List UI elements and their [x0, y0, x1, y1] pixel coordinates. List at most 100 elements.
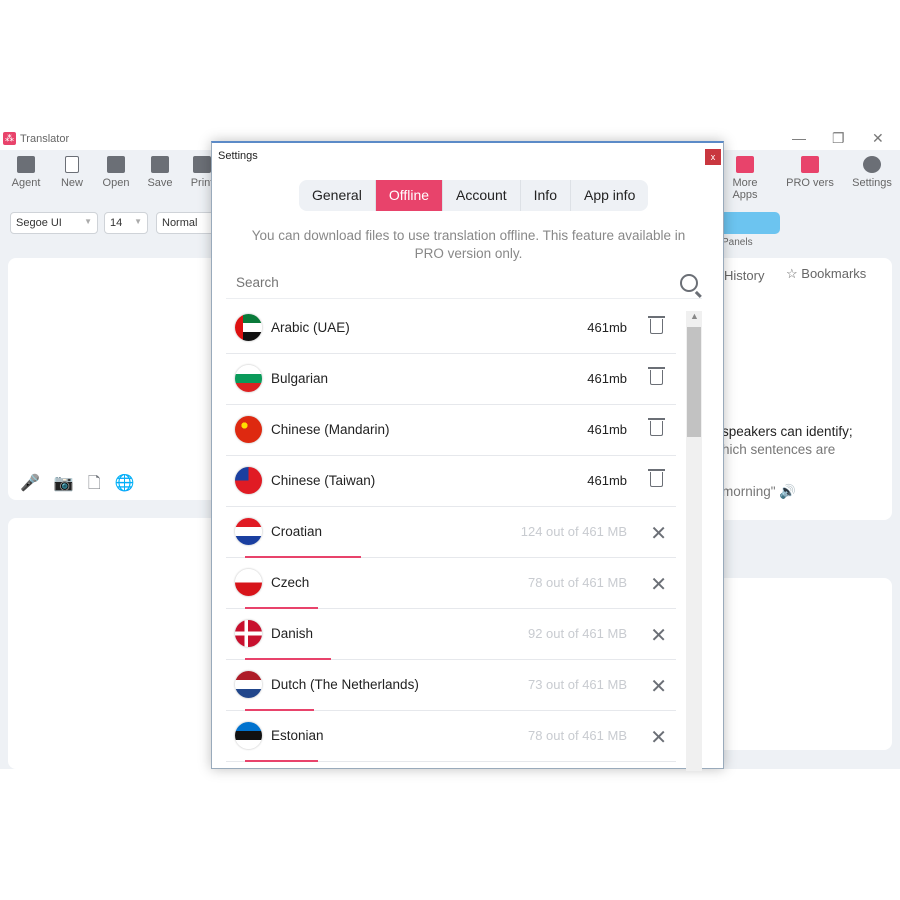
cancel-download-button close-icon[interactable]: ✕ [650, 572, 667, 597]
restore-button[interactable]: ❐ [832, 130, 845, 147]
download-progress-text: 73 out of 461 MB [527, 677, 627, 692]
save-button[interactable]: Save [140, 156, 180, 189]
file-size: 461mb [587, 473, 627, 488]
language-name: Croatian [271, 524, 323, 539]
flag-dk-icon [235, 620, 262, 647]
dictionary-panel [716, 578, 892, 750]
language-name: Bulgarian [271, 371, 329, 386]
flag-tw-icon [235, 467, 262, 494]
new-button[interactable]: New [52, 156, 92, 189]
more-apps-button[interactable]: More Apps [722, 156, 768, 201]
tab-app-info[interactable]: App info [571, 180, 648, 211]
agent-button[interactable]: Agent [6, 156, 46, 189]
trash-icon[interactable] [648, 367, 665, 385]
search-input[interactable] [226, 269, 626, 296]
panels-label: Panels [722, 237, 753, 248]
download-progress-text: 124 out of 461 MB [520, 524, 627, 539]
folder-icon [107, 156, 125, 173]
input-tools-icons[interactable]: 🎤📷🗋🌐 [20, 472, 149, 499]
source-text-panel[interactable]: 🎤📷🗋🌐 [8, 258, 218, 500]
flag-nl-icon [235, 671, 262, 698]
new-file-icon [65, 156, 79, 173]
language-name: Chinese (Taiwan) [271, 473, 376, 488]
size-select[interactable]: 14 ▼ [104, 212, 148, 234]
app-title: Translator [20, 133, 70, 145]
agent-icon [17, 156, 35, 173]
panels-toggle[interactable] [720, 212, 780, 234]
apps-icon [736, 156, 754, 173]
file-size: 461mb [587, 422, 627, 437]
font-select[interactable]: Segoe UI ▼ [10, 212, 98, 234]
open-button[interactable]: Open [96, 156, 136, 189]
scrollbar-thumb[interactable] [687, 327, 701, 437]
trash-icon[interactable] [648, 469, 665, 487]
tab-general[interactable]: General [299, 180, 376, 211]
tab-offline[interactable]: Offline [375, 180, 444, 211]
close-window-button[interactable]: ✕ [872, 130, 884, 147]
search-icon[interactable] [680, 274, 698, 292]
download-progress-text: 78 out of 461 MB [527, 575, 627, 590]
language-row: Chinese (Mandarin) 461mb [226, 405, 676, 456]
language-search [226, 269, 702, 299]
example-phrase: morning" 🔊 [722, 484, 796, 500]
cart-icon [801, 156, 819, 173]
agent-label: Agent [11, 177, 41, 189]
print-icon [193, 156, 211, 173]
language-row: Czech 78 out of 461 MB ✕ [226, 558, 676, 609]
save-icon [151, 156, 169, 173]
bookmarks-tab[interactable]: ☆ Bookmarks [786, 266, 866, 282]
language-row: Chinese (Taiwan) 461mb [226, 456, 676, 507]
style-value: Normal [162, 217, 198, 229]
flag-cn-icon [235, 416, 262, 443]
trash-icon[interactable] [648, 418, 665, 436]
size-value: 14 [110, 217, 123, 229]
download-progress-text: 92 out of 461 MB [527, 626, 627, 641]
scroll-up-icon[interactable]: ▲ [690, 311, 699, 321]
cancel-download-button close-icon[interactable]: ✕ [650, 623, 667, 648]
flag-ae-icon [235, 314, 262, 341]
cancel-download-button close-icon[interactable]: ✕ [650, 674, 667, 699]
download-progress-text: 78 out of 461 MB [527, 728, 627, 743]
minimize-button[interactable]: — [792, 130, 806, 146]
pro-version-button[interactable]: PRO vers [786, 156, 834, 189]
pro-label: PRO vers [786, 177, 834, 189]
language-row: Croatian 124 out of 461 MB ✕ [226, 507, 676, 558]
save-label: Save [147, 177, 173, 189]
trash-icon[interactable] [648, 316, 665, 334]
target-text-panel[interactable] [8, 518, 218, 769]
phrase-text: morning" [722, 484, 776, 499]
file-size: 461mb [587, 371, 627, 386]
language-name: Czech [271, 575, 310, 590]
speaker-icon[interactable]: 🔊 [779, 484, 796, 499]
history-tab[interactable]: History [724, 268, 764, 283]
settings-tabs: General Offline Account Info App info [299, 180, 649, 211]
print-label: Print [190, 177, 214, 189]
settings-label: Settings [852, 177, 892, 189]
new-label: New [60, 177, 83, 189]
example-text: hich sentences are [722, 442, 836, 457]
star-icon: ☆ [786, 266, 802, 281]
tab-info[interactable]: Info [521, 180, 571, 211]
more-apps-label: More Apps [732, 177, 758, 201]
language-list: Arabic (UAE) 461mb Bulgarian 461mb Chine… [226, 303, 676, 762]
flag-cz-icon [235, 569, 262, 596]
chevron-down-icon: ▼ [84, 217, 92, 226]
cancel-download-button close-icon[interactable]: ✕ [650, 521, 667, 546]
scrollbar[interactable]: ▲ [686, 311, 702, 771]
settings-dialog: Settings x General Offline Account Info … [211, 141, 724, 771]
chevron-down-icon: ▼ [134, 217, 142, 226]
settings-button[interactable]: Settings [850, 156, 894, 189]
language-name: Dutch (The Netherlands) [271, 677, 419, 692]
font-value: Segoe UI [16, 217, 62, 229]
flag-hr-icon [235, 518, 262, 545]
offline-description: You can download files to use translatio… [251, 228, 686, 261]
language-name: Arabic (UAE) [271, 320, 350, 335]
dialog-close-button[interactable]: x [705, 149, 721, 165]
language-row: Danish 92 out of 461 MB ✕ [226, 609, 676, 660]
tab-account[interactable]: Account [443, 180, 521, 211]
language-row: Dutch (The Netherlands) 73 out of 461 MB… [226, 660, 676, 711]
flag-ee-icon [235, 722, 262, 749]
language-name: Chinese (Mandarin) [271, 422, 390, 437]
cancel-download-button close-icon[interactable]: ✕ [650, 725, 667, 750]
style-select[interactable]: Normal [156, 212, 216, 234]
